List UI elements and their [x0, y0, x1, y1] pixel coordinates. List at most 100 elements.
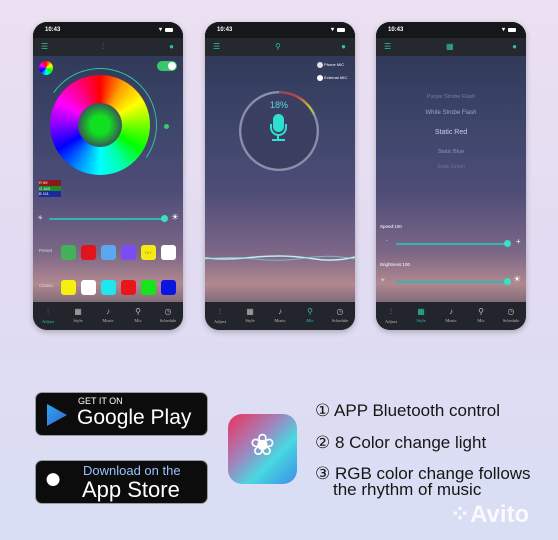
battery-icon: [508, 28, 516, 32]
power-toggle[interactable]: [157, 61, 177, 71]
preset-color-swatch[interactable]: [61, 245, 76, 260]
apple-icon: ●: [44, 462, 63, 495]
tab-bar: ⫶ Adjust ▦ Style ♪ Music ⚲ Mic ◷ Schedule: [205, 302, 355, 330]
mic-mode-icon[interactable]: ⚲: [275, 42, 281, 51]
tab-style[interactable]: ▦ Style: [63, 302, 93, 330]
mode-item[interactable]: Purple Strobe Flash: [376, 94, 526, 110]
status-time: 10:43: [217, 27, 233, 33]
classic-label: Classic: [39, 283, 54, 288]
brightness-high-icon: ☀: [513, 274, 522, 284]
color-wheel[interactable]: [50, 75, 150, 175]
battery-icon: [165, 28, 173, 32]
tab-mic[interactable]: ⚲ Mic: [295, 302, 325, 330]
classic-color-swatch[interactable]: [161, 280, 176, 295]
battery-icon: [337, 28, 345, 32]
tab-music[interactable]: ♪ Music: [93, 302, 123, 330]
classic-color-swatch[interactable]: [81, 280, 96, 295]
mode-item[interactable]: Static Blue: [376, 149, 526, 164]
status-bar: 10:43 ▾: [376, 22, 526, 38]
classic-color-swatch[interactable]: [141, 280, 156, 295]
app-store-badge[interactable]: ● Download on the App Store: [35, 460, 208, 504]
app-store-big-text: App Store: [82, 477, 180, 502]
brightness-high-icon: ☀: [171, 212, 180, 222]
top-nav: ☰ ⫶ ●: [33, 38, 183, 56]
phone-mic-screen: 10:43 ▾ ☰ ⚲ ● Phone MIC External MIC 18% …: [205, 22, 355, 330]
feature-3-cont: the rhythm of music: [333, 480, 482, 499]
palette-icon[interactable]: [39, 61, 53, 75]
preset-color-swatch[interactable]: [81, 245, 96, 260]
mic-option-phone[interactable]: Phone MIC: [317, 62, 344, 68]
sliders-icon[interactable]: ⫶: [102, 42, 104, 52]
tab-mic[interactable]: ⚲ Mic: [123, 302, 153, 330]
classic-color-swatch[interactable]: [101, 280, 116, 295]
tab-style[interactable]: ▦ Style: [406, 302, 436, 330]
preset-color-swatch[interactable]: [121, 245, 136, 260]
mode-item-selected[interactable]: Static Red: [376, 129, 526, 149]
app-store-small-text: Download on the: [83, 463, 181, 478]
classic-color-swatch[interactable]: [61, 280, 76, 295]
google-play-small-text: GET IT ON: [78, 396, 123, 406]
watermark: ⁘Avito: [450, 501, 530, 528]
brightness-slider[interactable]: [396, 281, 508, 283]
phone-adjust-screen: 10:43 ▾ ☰ ⫶ ● R 59 G 163 B 111 ☀ ☀ Preset…: [33, 22, 183, 330]
preset-color-swatch[interactable]: DIY: [141, 245, 156, 260]
status-bar: 10:43 ▾: [33, 22, 183, 38]
status-bar: 10:43 ▾: [205, 22, 355, 38]
google-play-icon: [47, 404, 67, 426]
status-time: 10:43: [388, 27, 404, 33]
avito-logo-icon: ⁘: [450, 501, 471, 528]
mode-picker[interactable]: Purple Strobe Flash White Strobe Flash S…: [376, 94, 526, 170]
tab-adjust[interactable]: ⫶ Adjust: [33, 302, 63, 330]
feature-2: ② 8 Color change light: [315, 433, 487, 452]
mode-item[interactable]: Static Green: [376, 164, 526, 170]
menu-icon[interactable]: ☰: [384, 42, 391, 51]
tab-adjust[interactable]: ⫶ Adjust: [376, 302, 406, 330]
tab-adjust[interactable]: ⫶ Adjust: [205, 302, 235, 330]
settings-icon[interactable]: ●: [169, 42, 174, 51]
app-icon: ❀: [228, 414, 297, 484]
brightness-slider-knob[interactable]: [161, 215, 168, 222]
brightness-slider-knob[interactable]: [504, 278, 511, 285]
phone-style-screen: 10:43 ▾ ☰ ▦ ● Purple Strobe Flash White S…: [376, 22, 526, 330]
radio-icon: [317, 62, 323, 68]
tab-bar: ⫶ Adjust ▦ Style ♪ Music ⚲ Mic ◷ Schedule: [33, 302, 183, 330]
wifi-icon: ▾: [158, 27, 162, 33]
menu-icon[interactable]: ☰: [213, 42, 220, 51]
tab-schedule[interactable]: ◷ Schedule: [153, 302, 183, 330]
settings-icon[interactable]: ●: [341, 42, 346, 51]
mic-option-external[interactable]: External MIC: [317, 75, 347, 81]
brightness-slider[interactable]: [49, 218, 165, 220]
google-play-badge[interactable]: GET IT ON Google Play: [35, 392, 208, 436]
settings-icon[interactable]: ●: [512, 42, 517, 51]
mode-item[interactable]: White Strobe Flash: [376, 110, 526, 129]
brightness-label: Brightness:100: [380, 262, 411, 267]
top-nav: ☰ ⚲ ●: [205, 38, 355, 56]
tab-mic[interactable]: ⚲ Mic: [466, 302, 496, 330]
classic-color-swatch[interactable]: [121, 280, 136, 295]
tab-schedule[interactable]: ◷ Schedule: [325, 302, 355, 330]
brightness-low-icon: ☀: [37, 215, 44, 222]
tab-schedule[interactable]: ◷ Schedule: [496, 302, 526, 330]
tab-style[interactable]: ▦ Style: [235, 302, 265, 330]
wifi-icon: ▾: [501, 27, 505, 33]
tab-music[interactable]: ♪ Music: [265, 302, 295, 330]
style-grid-icon[interactable]: ▦: [446, 42, 454, 51]
rgb-readout: R 59 G 163 B 111: [39, 180, 61, 197]
preset-color-swatch[interactable]: [161, 245, 176, 260]
wifi-icon: ▾: [330, 27, 334, 33]
speed-slider-knob[interactable]: [504, 240, 511, 247]
lotus-icon: ❀: [249, 429, 276, 462]
speed-slider[interactable]: [396, 243, 508, 245]
mic-level-text: 18%: [269, 100, 288, 110]
preset-color-swatch[interactable]: [101, 245, 116, 260]
menu-icon[interactable]: ☰: [41, 42, 48, 51]
top-nav: ☰ ▦ ●: [376, 38, 526, 56]
arc-handle[interactable]: [164, 124, 169, 129]
plus-icon: +: [516, 237, 521, 246]
feature-1: ① APP Bluetooth control: [315, 401, 501, 420]
diy-label: DIY: [145, 250, 152, 255]
speed-label: Speed:100: [380, 224, 402, 229]
tab-bar: ⫶ Adjust ▦ Style ♪ Music ⚲ Mic ◷ Schedule: [376, 302, 526, 330]
preset-label: Preset: [39, 248, 53, 253]
tab-music[interactable]: ♪ Music: [436, 302, 466, 330]
